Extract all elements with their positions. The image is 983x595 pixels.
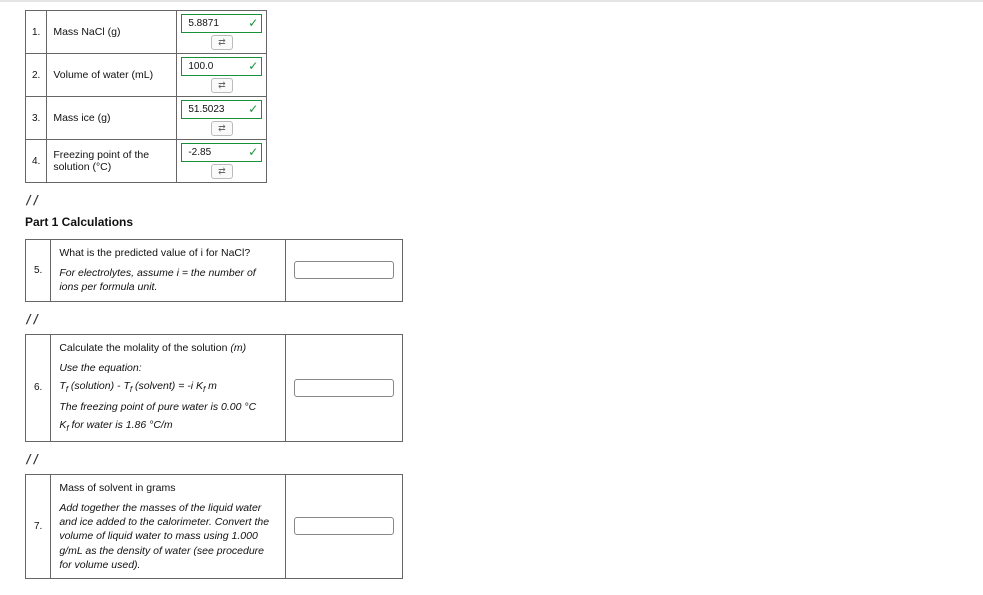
retry-button[interactable]: ⇄ xyxy=(211,35,233,50)
question-prompt: What is the predicted value of i for NaC… xyxy=(51,240,286,302)
row-number: 5. xyxy=(26,240,51,302)
row-label: Freezing point of the solution (°C) xyxy=(47,140,177,183)
question-7-table: 7. Mass of solvent in grams Add together… xyxy=(25,474,403,579)
answer-box: 100.0 ✓ xyxy=(181,57,262,76)
answer-input-q7[interactable] xyxy=(294,517,394,535)
row-number: 3. xyxy=(26,97,47,140)
check-icon: ✓ xyxy=(248,60,258,72)
check-icon: ✓ xyxy=(248,146,258,158)
question-6-table: 6. Calculate the molality of the solutio… xyxy=(25,334,403,442)
prompt-main: Calculate the molality of the solution (… xyxy=(59,342,246,354)
prompt-hint: For electrolytes, assume i = the number … xyxy=(59,266,277,294)
prompt-hint: Add together the masses of the liquid wa… xyxy=(59,501,277,572)
row-number: 2. xyxy=(26,54,47,97)
question-5-table: 5. What is the predicted value of i for … xyxy=(25,239,403,302)
row-label: Volume of water (mL) xyxy=(47,54,177,97)
prompt-hint: The freezing point of pure water is 0.00… xyxy=(59,400,277,414)
answer-input-q6[interactable] xyxy=(294,379,394,397)
table-row: 3. Mass ice (g) 51.5023 ✓ ⇄ xyxy=(26,97,267,140)
table-row: 1. Mass NaCl (g) 5.8871 ✓ ⇄ xyxy=(26,11,267,54)
answer-box: 51.5023 ✓ xyxy=(181,100,262,119)
prompt-equation: Tf (solution) - Tf (solvent) = -i Kf m xyxy=(59,379,277,396)
answer-box: -2.85 ✓ xyxy=(181,143,262,162)
check-icon: ✓ xyxy=(248,17,258,29)
row-number: 1. xyxy=(26,11,47,54)
separator: // xyxy=(25,312,983,326)
answer-box: 5.8871 ✓ xyxy=(181,14,262,33)
table-row: 2. Volume of water (mL) 100.0 ✓ ⇄ xyxy=(26,54,267,97)
table-row: 4. Freezing point of the solution (°C) -… xyxy=(26,140,267,183)
retry-button[interactable]: ⇄ xyxy=(211,78,233,93)
row-label: Mass ice (g) xyxy=(47,97,177,140)
check-icon: ✓ xyxy=(248,103,258,115)
prompt-hint: Use the equation: xyxy=(59,361,277,375)
input-data-table: 1. Mass NaCl (g) 5.8871 ✓ ⇄ 2. Volume of… xyxy=(25,10,267,183)
separator: // xyxy=(25,452,983,466)
answer-value: 5.8871 xyxy=(188,18,219,29)
row-label: Mass NaCl (g) xyxy=(47,11,177,54)
separator: // xyxy=(25,193,983,207)
prompt-main: Mass of solvent in grams xyxy=(59,482,175,494)
answer-input-q5[interactable] xyxy=(294,261,394,279)
answer-value: -2.85 xyxy=(188,147,211,158)
retry-button[interactable]: ⇄ xyxy=(211,121,233,136)
row-number: 4. xyxy=(26,140,47,183)
answer-value: 51.5023 xyxy=(188,104,224,115)
question-prompt: Calculate the molality of the solution (… xyxy=(51,334,286,441)
prompt-hint: Kf for water is 1.86 °C/m xyxy=(59,418,277,435)
retry-button[interactable]: ⇄ xyxy=(211,164,233,179)
answer-value: 100.0 xyxy=(188,61,213,72)
row-number: 7. xyxy=(26,474,51,578)
prompt-main: What is the predicted value of i for NaC… xyxy=(59,247,250,259)
row-number: 6. xyxy=(26,334,51,441)
question-prompt: Mass of solvent in grams Add together th… xyxy=(51,474,286,578)
section-heading: Part 1 Calculations xyxy=(25,215,983,229)
